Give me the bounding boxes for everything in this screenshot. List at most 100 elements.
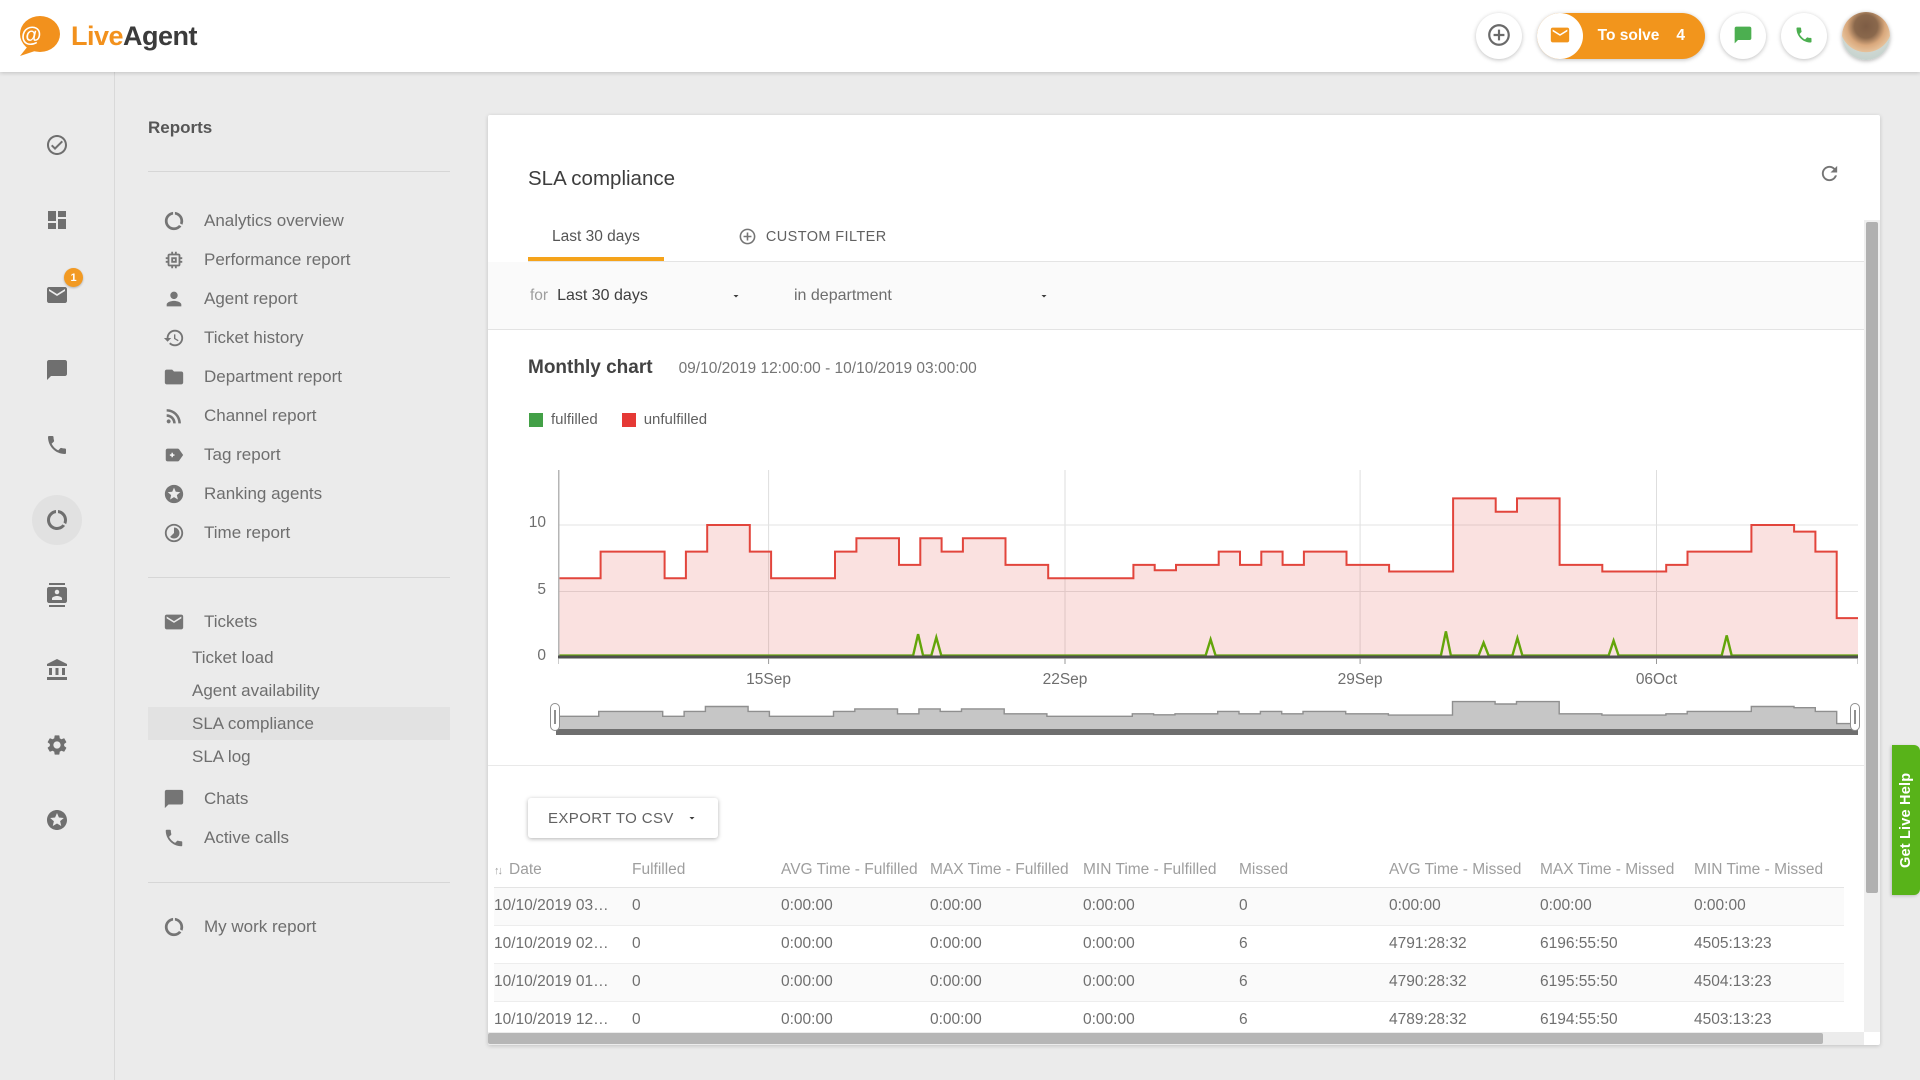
vertical-scrollbar[interactable]	[1864, 220, 1880, 1032]
sla-data-table: ↑↓DateFulfilledAVG Time - FulfilledMAX T…	[494, 853, 1844, 1040]
mail-icon	[45, 283, 69, 307]
nav-item-ticket-load[interactable]: Ticket load	[148, 641, 450, 674]
settings-icon	[45, 733, 69, 757]
reports-nav: Reports Analytics overviewPerformance re…	[148, 118, 450, 946]
nav-item-tag-report[interactable]: Tag report	[148, 435, 450, 474]
legend-swatch	[529, 413, 543, 427]
department-select[interactable]: in department	[794, 287, 1050, 305]
phone-icon	[45, 433, 69, 457]
history-icon	[163, 327, 187, 349]
nav-item-sla-log[interactable]: SLA log	[148, 740, 450, 773]
nav-item-ranking-agents[interactable]: Ranking agents	[148, 474, 450, 513]
legend-fulfilled: fulfilled	[529, 411, 598, 428]
rail-item-settings[interactable]	[0, 707, 114, 782]
svg-text:@: @	[21, 24, 41, 47]
tab-custom-filter[interactable]: CUSTOM FILTER	[714, 212, 911, 261]
chevron-down-icon	[730, 290, 742, 302]
rail-item-customers[interactable]	[0, 557, 114, 632]
rail-item-favorites[interactable]	[0, 782, 114, 857]
avatar[interactable]	[1842, 12, 1890, 60]
horizontal-scrollbar[interactable]	[488, 1032, 1864, 1045]
nav-item-label: Channel report	[204, 406, 316, 426]
sort-icon: ↑↓	[494, 865, 509, 877]
table-cell: 6	[1239, 963, 1389, 1001]
refresh-icon	[1818, 173, 1841, 188]
table-row[interactable]: 10/10/2019 01…00:00:000:00:000:00:006479…	[494, 963, 1844, 1001]
column-header-missed[interactable]: Missed	[1239, 853, 1389, 887]
chart-title: Monthly chart	[528, 357, 653, 379]
filter-bar: for Last 30 days in department	[488, 262, 1880, 330]
nav-item-ticket-history[interactable]: Ticket history	[148, 318, 450, 357]
column-header-min-time-missed[interactable]: MIN Time - Missed	[1694, 853, 1844, 887]
calls-button[interactable]	[1781, 13, 1827, 59]
table-cell: 0	[632, 887, 781, 925]
table-row[interactable]: 10/10/2019 02…00:00:000:00:000:00:006479…	[494, 925, 1844, 963]
range-handle-right[interactable]	[1850, 703, 1860, 731]
nav-item-agent-availability[interactable]: Agent availability	[148, 674, 450, 707]
nav-item-time-report[interactable]: Time report	[148, 513, 450, 552]
chart-range-minimap[interactable]	[556, 698, 1858, 738]
range-handle-left[interactable]	[550, 703, 560, 731]
nav-item-sla-compliance[interactable]: SLA compliance	[148, 707, 450, 740]
nav-item-my-work-report[interactable]: My work report	[148, 907, 450, 946]
unread-badge: 1	[64, 268, 83, 287]
nav-item-analytics-overview[interactable]: Analytics overview	[148, 201, 450, 240]
nav-item-performance-report[interactable]: Performance report	[148, 240, 450, 279]
table-cell: 4791:28:32	[1389, 925, 1540, 963]
nav-item-agent-report[interactable]: Agent report	[148, 279, 450, 318]
nav-item-label: Active calls	[204, 828, 289, 848]
chat-icon	[163, 788, 187, 810]
column-header-avg-time-missed[interactable]: AVG Time - Missed	[1389, 853, 1540, 887]
column-header-avg-time-fulfilled[interactable]: AVG Time - Fulfilled	[781, 853, 930, 887]
rail-item-tasks[interactable]	[0, 107, 114, 182]
get-live-help-tab[interactable]: Get Live Help	[1892, 745, 1920, 895]
chats-button[interactable]	[1720, 13, 1766, 59]
phone-icon	[163, 827, 187, 849]
nav-item-chats[interactable]: Chats	[148, 779, 450, 818]
scrollbar-thumb[interactable]	[1866, 222, 1878, 893]
tab-last-30-days[interactable]: Last 30 days	[528, 212, 664, 261]
table-cell: 0:00:00	[1540, 887, 1694, 925]
refresh-button[interactable]	[1818, 162, 1841, 188]
nav-item-label: Tag report	[204, 445, 281, 465]
sla-compliance-panel: SLA compliance Last 30 days CUSTOM FILTE…	[488, 115, 1880, 1045]
nav-item-channel-report[interactable]: Channel report	[148, 396, 450, 435]
column-header-max-time-missed[interactable]: MAX Time - Missed	[1540, 853, 1694, 887]
liveagent-logo[interactable]: @ LiveAgent	[14, 14, 197, 58]
to-solve-button[interactable]: To solve 4	[1537, 13, 1705, 59]
rail-item-billing[interactable]	[0, 632, 114, 707]
nav-item-label: SLA log	[192, 747, 251, 767]
table-cell: 4790:28:32	[1389, 963, 1540, 1001]
column-header-date[interactable]: ↑↓Date	[494, 853, 632, 887]
nav-item-active-calls[interactable]: Active calls	[148, 818, 450, 857]
export-to-csv-button[interactable]: EXPORT TO CSV	[528, 798, 718, 838]
chevron-down-icon	[686, 812, 698, 824]
liveagent-app: @ LiveAgent To solve 4 1 Reports	[0, 0, 1920, 1080]
plus-circle-icon	[738, 227, 757, 246]
rail-item-dashboard[interactable]	[0, 182, 114, 257]
timelapse-icon	[163, 522, 187, 544]
rail-item-calls[interactable]	[0, 407, 114, 482]
date-range-select[interactable]: for Last 30 days	[530, 287, 742, 305]
rail-item-chats[interactable]	[0, 332, 114, 407]
rail-item-reports[interactable]	[0, 482, 114, 557]
x-axis-tick: 06Oct	[1617, 671, 1697, 689]
column-header-fulfilled[interactable]: Fulfilled	[632, 853, 781, 887]
table-row[interactable]: 10/10/2019 03…00:00:000:00:000:00:0000:0…	[494, 887, 1844, 925]
nav-item-label: Agent report	[204, 289, 298, 309]
nav-item-department-report[interactable]: Department report	[148, 357, 450, 396]
table-cell: 4504:13:23	[1694, 963, 1844, 1001]
rail-item-tickets[interactable]: 1	[0, 257, 114, 332]
nav-item-label: My work report	[204, 917, 316, 937]
divider	[148, 171, 450, 172]
add-button[interactable]	[1476, 13, 1522, 59]
chevron-down-icon	[1038, 290, 1050, 302]
nav-item-tickets[interactable]: Tickets	[148, 602, 450, 641]
legend-swatch	[622, 413, 636, 427]
column-header-min-time-fulfilled[interactable]: MIN Time - Fulfilled	[1083, 853, 1239, 887]
table-cell: 6	[1239, 925, 1389, 963]
table-cell: 0:00:00	[781, 925, 930, 963]
scrollbar-thumb[interactable]	[488, 1033, 1823, 1044]
contacts-icon	[45, 583, 69, 607]
column-header-max-time-fulfilled[interactable]: MAX Time - Fulfilled	[930, 853, 1083, 887]
